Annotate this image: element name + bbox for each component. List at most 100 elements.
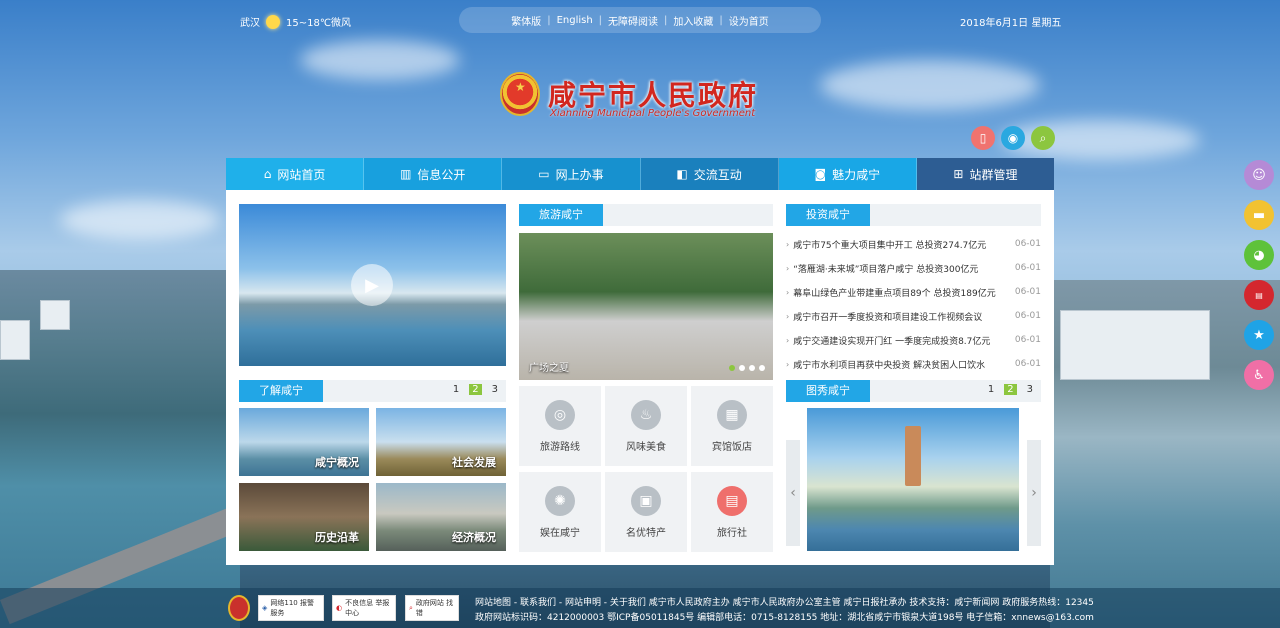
news-item[interactable]: › 咸宁市水利项目再获中央投资 解决贫困人口饮水 06-01 [786, 352, 1041, 376]
page-3[interactable]: 3 [492, 384, 498, 395]
badge-report-center[interactable]: ◐ 不良信息 举报中心 [332, 595, 396, 621]
gallery-pager: 1 2 3 [988, 384, 1033, 395]
shield-icon: ◈ [262, 604, 268, 612]
newspaper-icon[interactable]: ▤ [1244, 280, 1274, 310]
footer-line-2: 政府网站标识码：4212000003 鄂ICP备05011845号 编辑部电话：… [475, 613, 1094, 623]
nav-home[interactable]: ⌂ 网站首页 [226, 158, 365, 190]
gallery-prev-button[interactable]: ‹ [786, 440, 800, 546]
gallery-next-button[interactable]: › [1027, 440, 1041, 546]
hotel-icon: ▦ [717, 399, 747, 430]
search-icon[interactable]: ⌕ [1031, 126, 1055, 150]
building [0, 320, 30, 360]
news-item[interactable]: › 咸宁市召开一季度投资和项目建设工作视频会议 06-01 [786, 304, 1041, 328]
gallery-photo[interactable] [807, 408, 1019, 551]
weibo-icon[interactable]: ◉ [1001, 126, 1025, 150]
star-icon[interactable]: ★ [1244, 320, 1274, 350]
service-travel-agency[interactable]: ▤ 旅行社 [691, 472, 773, 552]
news-title[interactable]: 咸宁交通建设实现开门红 一季度完成投资8.7亿元 [793, 334, 1009, 347]
play-icon[interactable]: ▶ [351, 264, 393, 306]
camera-icon: ◙ [814, 167, 827, 181]
travel-section: 旅游咸宁 [519, 204, 773, 226]
news-item[interactable]: › “落雁湖·未来城”项目落户咸宁 总投资300亿元 06-01 [786, 256, 1041, 280]
news-title[interactable]: 咸宁市水利项目再获中央投资 解决贫困人口饮水 [793, 358, 1009, 371]
weather-city: 武汉 [240, 18, 260, 29]
travel-photo-caption: 广场之夏 [529, 363, 569, 374]
slide-dot[interactable] [739, 365, 745, 371]
date: 2018年6月1日 星期五 [960, 18, 1062, 29]
nav-online-service[interactable]: ▭ 网上办事 [502, 158, 641, 190]
mobile-icon[interactable]: ▯ [971, 126, 995, 150]
cloud [60, 200, 220, 240]
nav-label: 网站首页 [277, 167, 326, 182]
service-label: 娱在咸宁 [540, 527, 580, 539]
badge-police-110[interactable]: ◈ 网络110 报警服务 [258, 595, 324, 621]
tile-overview[interactable]: 咸宁概况 [239, 408, 369, 476]
know-pager: 1 2 3 [453, 384, 498, 395]
service-label: 旅行社 [717, 527, 747, 539]
page-1[interactable]: 1 [988, 384, 994, 395]
page-3[interactable]: 3 [1027, 384, 1033, 395]
police-badge-icon[interactable] [228, 595, 250, 621]
top-link-accessible[interactable]: 无障碍阅读 [608, 13, 658, 28]
city-video[interactable]: ▶ [239, 204, 506, 366]
top-link-english[interactable]: English [557, 15, 593, 26]
top-link-homepage[interactable]: 设为首页 [729, 13, 769, 28]
invest-section-title[interactable]: 投资咸宁 [786, 204, 870, 226]
chevron-right-icon: › [1031, 485, 1037, 501]
arrow-icon: › [786, 359, 790, 369]
slide-dot[interactable] [749, 365, 755, 371]
news-item[interactable]: › 咸宁交通建设实现开门红 一季度完成投资8.7亿元 06-01 [786, 328, 1041, 352]
gallery-section-title[interactable]: 图秀咸宁 [786, 380, 870, 402]
know-section-title[interactable]: 了解咸宁 [239, 380, 323, 402]
message-icon[interactable]: ▬ [1244, 200, 1274, 230]
top-links: 繁体版 | English | 无障碍阅读 | 加入收藏 | 设为首页 [459, 7, 821, 33]
top-link-favorite[interactable]: 加入收藏 [673, 13, 713, 28]
nav-site-group[interactable]: ⊞ 站群管理 [916, 158, 1055, 190]
arrow-icon: › [786, 287, 790, 297]
slide-dot[interactable] [729, 365, 735, 371]
page-1[interactable]: 1 [453, 384, 459, 395]
tile-history[interactable]: 历史沿革 [239, 483, 369, 551]
news-item[interactable]: › 幕阜山绿色产业带建重点项目89个 总投资189亿元 06-01 [786, 280, 1041, 304]
nav-label: 魅力咸宁 [832, 167, 881, 182]
tile-label: 社会发展 [452, 456, 496, 469]
travel-section-title[interactable]: 旅游咸宁 [519, 204, 603, 226]
news-title[interactable]: 咸宁市75个重大项目集中开工 总投资274.7亿元 [793, 238, 1009, 251]
news-title[interactable]: 咸宁市召开一季度投资和项目建设工作视频会议 [793, 310, 1009, 323]
news-date: 06-01 [1014, 311, 1041, 321]
news-date: 06-01 [1014, 287, 1041, 297]
slide-dot[interactable] [759, 365, 765, 371]
tile-economy[interactable]: 经济概况 [376, 483, 506, 551]
wechat-icon[interactable]: ◕ [1244, 240, 1274, 270]
footer-line-1[interactable]: 网站地图 - 联系我们 - 网站申明 - 关于我们 咸宁市人民政府主办 咸宁市人… [475, 596, 1094, 611]
sitemap-icon: ⊞ [953, 167, 964, 181]
travel-agency-icon: ▤ [717, 485, 747, 516]
travel-photo[interactable]: 广场之夏 [519, 233, 773, 380]
news-title[interactable]: “落雁湖·未来城”项目落户咸宁 总投资300亿元 [793, 262, 1009, 275]
tile-label: 历史沿革 [315, 531, 359, 544]
nav-label: 信息公开 [417, 167, 466, 182]
service-travel-route[interactable]: ◎ 旅游路线 [519, 386, 601, 466]
page-2[interactable]: 2 [1004, 384, 1017, 395]
nav-interaction[interactable]: ◧ 交流互动 [640, 158, 779, 190]
top-link-traditional[interactable]: 繁体版 [511, 13, 541, 28]
home-icon: ⌂ [263, 167, 272, 181]
service-hotel[interactable]: ▦ 宾馆饭店 [691, 386, 773, 466]
main-nav: ⌂ 网站首页 ▥ 信息公开 ▭ 网上办事 ◧ 交流互动 ◙ 魅力咸宁 ⊞ 站群管理 [226, 158, 1055, 190]
chat-icon: ◧ [676, 167, 688, 181]
news-title[interactable]: 幕阜山绿色产业带建重点项目89个 总投资189亿元 [793, 286, 1009, 299]
service-label: 宾馆饭店 [712, 441, 752, 453]
user-icon[interactable]: ☺ [1244, 160, 1274, 190]
service-food[interactable]: ♨ 风味美食 [605, 386, 687, 466]
tile-social[interactable]: 社会发展 [376, 408, 506, 476]
badge-find-error[interactable]: ⌕ 政府网站 找错 [405, 595, 459, 621]
nav-charm[interactable]: ◙ 魅力咸宁 [778, 158, 917, 190]
page-2[interactable]: 2 [469, 384, 482, 395]
news-item[interactable]: › 咸宁市75个重大项目集中开工 总投资274.7亿元 06-01 [786, 232, 1041, 256]
service-label: 风味美食 [626, 441, 666, 453]
accessibility-icon[interactable]: ♿ [1244, 360, 1274, 390]
nav-info-disclosure[interactable]: ▥ 信息公开 [364, 158, 503, 190]
service-specialty[interactable]: ▣ 名优特产 [605, 472, 687, 552]
service-entertainment[interactable]: ✺ 娱在咸宁 [519, 472, 601, 552]
footer-text: 网站地图 - 联系我们 - 网站申明 - 关于我们 咸宁市人民政府主办 咸宁市人… [475, 596, 1094, 626]
